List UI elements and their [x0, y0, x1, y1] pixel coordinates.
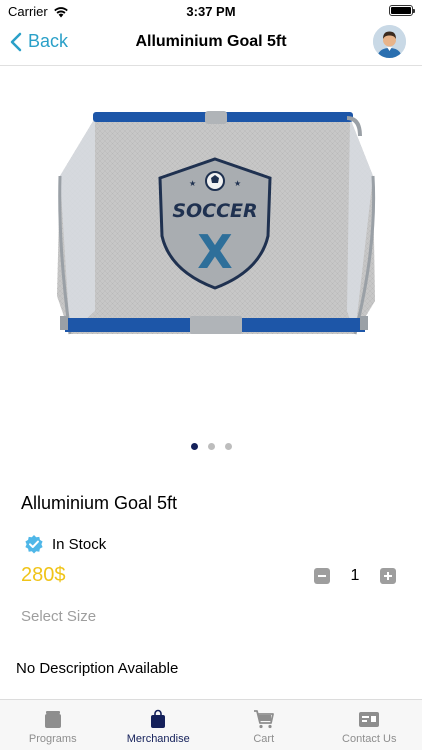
contact-card-icon — [359, 712, 380, 727]
pager-dot[interactable] — [224, 443, 232, 450]
product-price: 280$ — [21, 564, 66, 586]
logo-text: SOCCER — [172, 200, 257, 222]
tab-label: Programs — [28, 733, 77, 745]
decrease-quantity-button[interactable] — [314, 568, 330, 584]
product-image[interactable]: ★ ★ SOCCER X — [55, 96, 380, 356]
tab-bar: Programs Merchandise Cart Contact Us — [0, 699, 422, 750]
stock-label: In Stock — [52, 535, 107, 553]
product-description: No Description Available — [16, 660, 179, 677]
tab-label: Merchandise — [126, 733, 190, 745]
tab-label: Contact Us — [342, 733, 397, 745]
pager-dot-active[interactable] — [190, 443, 198, 450]
stock-status: In Stock — [24, 534, 106, 554]
status-bar: Carrier 3:37 PM — [0, 0, 422, 22]
quantity-stepper: 1 — [314, 566, 396, 586]
pager-dot[interactable] — [207, 443, 215, 450]
verified-check-icon — [25, 535, 43, 554]
back-button[interactable]: Back — [10, 31, 68, 52]
tab-programs[interactable]: Programs — [0, 700, 106, 750]
page-title: Alluminium Goal 5ft — [135, 33, 287, 50]
battery-icon — [389, 5, 415, 16]
tab-contact-us[interactable]: Contact Us — [317, 700, 422, 750]
tab-merchandise[interactable]: Merchandise — [106, 700, 212, 750]
cart-icon — [253, 710, 274, 729]
tab-label: Cart — [253, 733, 275, 745]
programs-icon — [44, 711, 61, 728]
soccer-goal-image: ★ ★ SOCCER X — [57, 111, 376, 335]
increase-quantity-button[interactable] — [380, 568, 396, 584]
user-avatar-icon — [373, 25, 406, 58]
chevron-left-icon — [10, 32, 22, 51]
navigation-bar: Back Alluminium Goal 5ft — [0, 22, 422, 66]
shopping-bag-icon — [151, 709, 166, 728]
svg-text:★: ★ — [234, 179, 241, 188]
logo-letter: X — [197, 225, 232, 279]
clock: 3:37 PM — [186, 4, 236, 19]
avatar[interactable] — [373, 25, 406, 58]
quantity-value: 1 — [350, 567, 360, 584]
image-pager[interactable] — [0, 443, 422, 450]
product-title: Alluminium Goal 5ft — [21, 493, 178, 513]
tab-cart[interactable]: Cart — [211, 700, 317, 750]
select-size-field[interactable]: Select Size — [21, 608, 96, 625]
svg-text:★: ★ — [189, 179, 196, 188]
back-label: Back — [28, 31, 69, 51]
